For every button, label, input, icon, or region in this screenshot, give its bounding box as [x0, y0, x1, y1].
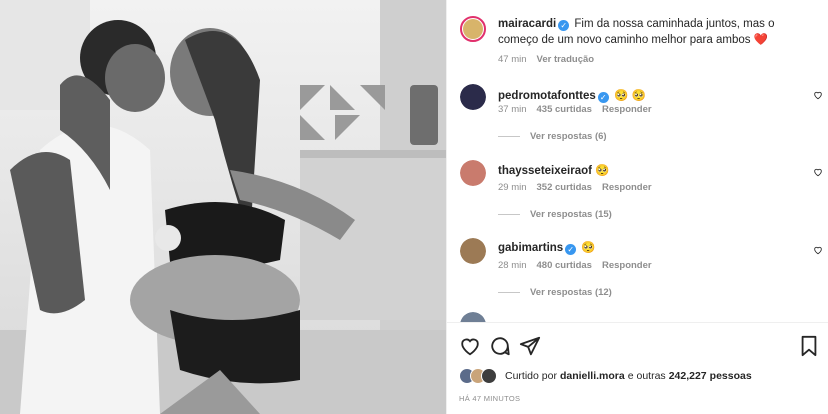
likes-count[interactable]: 242,227: [669, 370, 707, 382]
view-replies-label: Ver respostas (12): [530, 287, 612, 298]
comment-avatar[interactable]: [460, 238, 486, 264]
action-bar: [459, 335, 820, 357]
comment: pedromotafonttes ✓ 🥺 🥺: [498, 88, 799, 104]
reply-button[interactable]: Responder: [602, 260, 652, 271]
comment-likes[interactable]: 480 curtidas: [537, 260, 592, 271]
share-icon[interactable]: [519, 335, 541, 357]
view-replies-label: Ver respostas (15): [530, 209, 612, 220]
comment-avatar[interactable]: [460, 312, 486, 322]
verified-icon: ✓: [565, 244, 577, 255]
author-avatar[interactable]: [460, 16, 486, 42]
heart-icon[interactable]: [813, 167, 823, 177]
view-replies-button[interactable]: Ver respostas (15): [498, 209, 612, 220]
replies-line: [498, 136, 520, 137]
comment-avatar[interactable]: [460, 160, 486, 186]
comments-panel: mairacardi ✓ Fim da nossa caminhada junto…: [446, 0, 828, 414]
comment-icon[interactable]: [489, 335, 511, 357]
comment-text: 🥺 🥺: [613, 90, 646, 102]
liked-by-middle: e outras: [627, 370, 666, 382]
comment-time[interactable]: 37 min: [498, 104, 527, 115]
comment-meta: 29 min 352 curtidas Responder: [498, 182, 652, 193]
liked-by: Curtido por danielli.mora e outras 242,2…: [459, 368, 752, 384]
comment: gabimartins ✓ 🥺: [498, 240, 799, 256]
comment-username[interactable]: pedromotafonttes: [498, 90, 596, 102]
caption: mairacardi ✓ Fim da nossa caminhada junto…: [498, 16, 799, 48]
replies-line: [498, 214, 520, 215]
post-timestamp[interactable]: HÁ 47 MINUTOS: [459, 394, 520, 403]
liked-by-user[interactable]: danielli.mora: [560, 370, 625, 382]
comment-likes[interactable]: 352 curtidas: [537, 182, 592, 193]
replies-line: [498, 292, 520, 293]
verified-icon: ✓: [558, 20, 570, 31]
comment-likes[interactable]: 435 curtidas: [537, 104, 592, 115]
comment-time[interactable]: 28 min: [498, 260, 527, 271]
comment-username[interactable]: thaysseteixeiraof: [498, 165, 592, 177]
comment: thaysseteixeiraof 🥺: [498, 163, 799, 179]
caption-emoji: ❤️: [753, 34, 769, 46]
view-replies-button[interactable]: Ver respostas (12): [498, 287, 612, 298]
divider: [447, 322, 828, 323]
view-replies-button[interactable]: Ver respostas (6): [498, 131, 607, 142]
comment-meta: 28 min 480 curtidas Responder: [498, 260, 652, 271]
comment-username[interactable]: gabimartins: [498, 242, 563, 254]
comment-avatar[interactable]: [460, 84, 486, 110]
caption-username[interactable]: mairacardi: [498, 18, 556, 30]
translate-link[interactable]: Ver tradução: [537, 54, 595, 65]
reply-button[interactable]: Responder: [602, 182, 652, 193]
caption-meta: 47 min Ver tradução: [498, 54, 594, 65]
post-photo-image: [0, 0, 446, 414]
comment-meta: 37 min 435 curtidas Responder: [498, 104, 652, 115]
heart-icon[interactable]: [813, 90, 823, 100]
post-photo[interactable]: [0, 0, 446, 414]
comment-time[interactable]: 29 min: [498, 182, 527, 193]
comment-text: 🥺: [581, 242, 596, 254]
view-replies-label: Ver respostas (6): [530, 131, 607, 142]
caption-time[interactable]: 47 min: [498, 54, 527, 65]
liked-by-prefix: Curtido por: [505, 370, 557, 382]
liked-by-avatars[interactable]: [459, 368, 499, 384]
instagram-post: mairacardi ✓ Fim da nossa caminhada junto…: [0, 0, 828, 414]
comment-text: 🥺: [595, 165, 610, 177]
comments-scroll[interactable]: mairacardi ✓ Fim da nossa caminhada junto…: [447, 0, 828, 322]
heart-icon[interactable]: [813, 245, 823, 255]
reply-button[interactable]: Responder: [602, 104, 652, 115]
verified-icon: ✓: [597, 92, 609, 103]
bookmark-icon[interactable]: [798, 335, 820, 357]
liked-by-suffix[interactable]: pessoas: [710, 370, 752, 382]
heart-icon[interactable]: [459, 335, 481, 357]
